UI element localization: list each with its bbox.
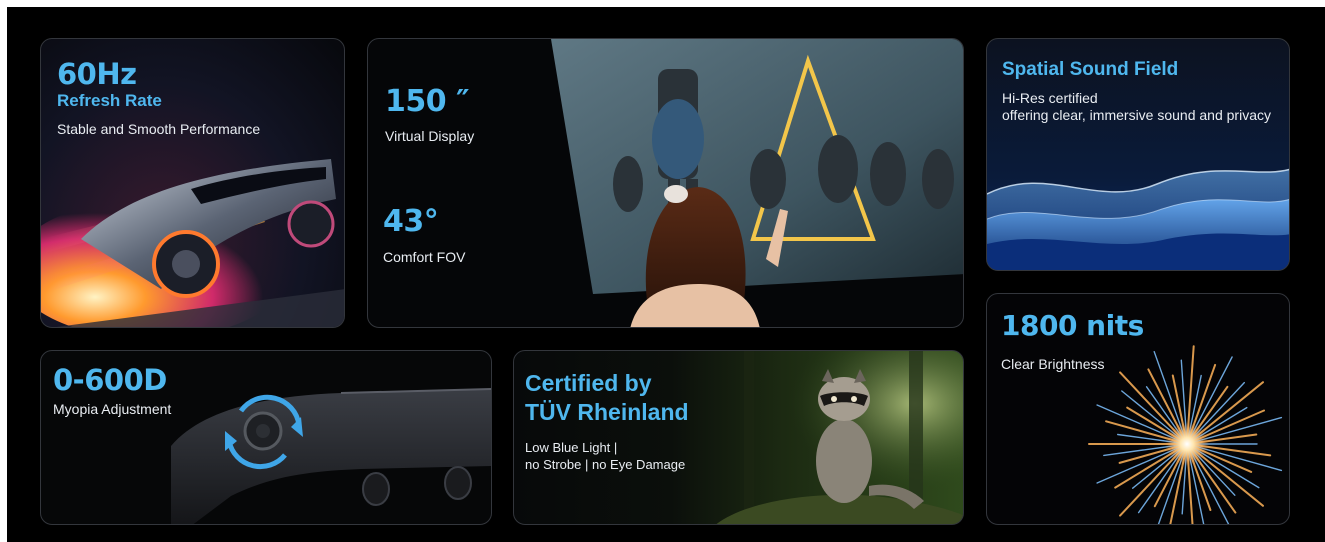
brightness-value: 1800 nits bbox=[1001, 309, 1144, 342]
brightness-card: 1800 nits Clear Brightness bbox=[986, 293, 1290, 525]
refresh-desc: Stable and Smooth Performance bbox=[57, 121, 261, 137]
display-size-label: Virtual Display bbox=[385, 128, 475, 144]
tuv-line2: no Strobe | no Eye Damage bbox=[525, 457, 686, 472]
myopia-label: Myopia Adjustment bbox=[53, 401, 172, 417]
tuv-line1: Low Blue Light | bbox=[525, 440, 618, 455]
sound-line2: offering clear, immersive sound and priv… bbox=[1002, 107, 1271, 123]
spatial-sound-card: Spatial Sound Field Hi-Res certified off… bbox=[986, 38, 1290, 271]
tuv-certification-card: Certified by TÜV Rheinland Low Blue Ligh… bbox=[513, 350, 964, 525]
brightness-label: Clear Brightness bbox=[1001, 356, 1105, 372]
tuv-title-line1: Certified by bbox=[525, 370, 652, 396]
refresh-title: Refresh Rate bbox=[57, 91, 162, 110]
myopia-value: 0-600D bbox=[53, 363, 167, 397]
display-size-value: 150 ″ bbox=[385, 84, 469, 119]
refresh-value: 60Hz bbox=[57, 57, 137, 91]
sound-title: Spatial Sound Field bbox=[1002, 59, 1179, 80]
tuv-title-line2: TÜV Rheinland bbox=[525, 399, 689, 425]
virtual-display-card: 150 ″ Virtual Display 43° Comfort FOV bbox=[367, 38, 964, 328]
fov-label: Comfort FOV bbox=[383, 249, 466, 265]
woman-watching-screen-image bbox=[551, 39, 963, 327]
myopia-card: 0-600D Myopia Adjustment bbox=[40, 350, 492, 525]
sound-line1: Hi-Res certified bbox=[1002, 90, 1098, 106]
fov-value: 43° bbox=[383, 204, 439, 239]
refresh-rate-card: 60Hz Refresh Rate Stable and Smooth Perf… bbox=[40, 38, 345, 328]
